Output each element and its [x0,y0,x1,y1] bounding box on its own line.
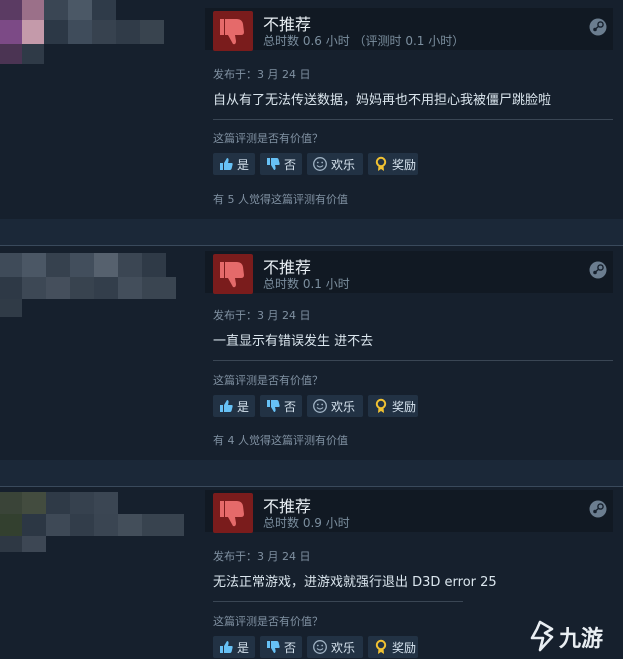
review-content: 自从有了无法传送数据，妈妈再也不用担心我被僵尸跳脸啦 [213,93,552,108]
vote-funny-button[interactable]: 欢乐 [307,636,363,658]
award-icon [373,398,389,414]
thumbs-up-icon [218,156,234,172]
steam-icon [589,18,607,36]
vote-header[interactable]: 不推荐 总时数 0.1 小时 [205,251,613,294]
playtime-hours: 总时数 0.1 小时 [263,277,350,291]
helpful-question: 这篇评测是否有价值？ [213,374,323,387]
smiley-icon [312,156,328,172]
author-avatar-blurred [0,245,205,460]
author-avatar-blurred [0,0,205,219]
vote-funny-label: 欢乐 [331,157,356,172]
smiley-icon [312,398,328,414]
vote-yes-button[interactable]: 是 [213,153,255,175]
steam-icon [589,261,607,279]
vote-no-button[interactable]: 否 [260,395,302,417]
divider [213,119,613,120]
helpful-question: 这篇评测是否有价值？ [213,132,323,145]
award-label: 奖励 [392,157,417,172]
smiley-icon [312,639,328,655]
vote-no-button[interactable]: 否 [260,636,302,658]
vote-header[interactable]: 不推荐 总时数 0.9 小时 [205,490,613,533]
thumbs-down-icon [213,11,253,51]
posted-date: 发布于：3 月 24 日 [213,68,311,81]
award-label: 奖励 [392,399,417,414]
helpful-count: 有 4 人觉得这篇评测有价值 [213,434,348,447]
review-card: 不推荐 总时数 0.6 小时 （评测时 0.1 小时） 发布于：3 月 24 日… [0,0,623,219]
thumbs-up-icon [218,398,234,414]
thumbs-down-icon [265,398,281,414]
review-content: 无法正常游戏，进游戏就强行退出 D3D error 25 [213,575,497,590]
vote-yes-button[interactable]: 是 [213,395,255,417]
thumbs-down-icon [265,639,281,655]
award-button[interactable]: 奖励 [368,153,418,175]
playtime-hours: 总时数 0.9 小时 [263,516,350,530]
divider [213,360,613,361]
vote-funny-label: 欢乐 [331,640,356,655]
vote-funny-label: 欢乐 [331,399,356,414]
award-button[interactable]: 奖励 [368,636,418,658]
vote-yes-button[interactable]: 是 [213,636,255,658]
helpful-count: 有 5 人觉得这篇评测有价值 [213,193,348,206]
vote-header[interactable]: 不推荐 总时数 0.6 小时 （评测时 0.1 小时） [205,8,613,51]
review-content: 一直显示有错误发生 进不去 [213,334,374,349]
posted-date: 发布于：3 月 24 日 [213,550,311,563]
author-avatar-blurred [0,486,205,659]
playtime-hours: 总时数 0.6 小时 （评测时 0.1 小时） [263,34,465,48]
thumbs-down-icon [213,493,253,533]
vote-funny-button[interactable]: 欢乐 [307,395,363,417]
thumbs-down-icon [265,156,281,172]
vote-yes-label: 是 [237,157,250,172]
posted-date: 发布于：3 月 24 日 [213,309,311,322]
watermark-icon [530,620,554,652]
vote-no-label: 否 [284,157,297,172]
steam-icon [589,500,607,518]
vote-yes-label: 是 [237,399,250,414]
review-card: 不推荐 总时数 0.1 小时 发布于：3 月 24 日 一直显示有错误发生 进不… [0,245,623,460]
thumbs-up-icon [218,639,234,655]
divider [213,601,463,602]
vote-yes-label: 是 [237,640,250,655]
vote-funny-button[interactable]: 欢乐 [307,153,363,175]
vote-no-label: 否 [284,399,297,414]
vote-no-button[interactable]: 否 [260,153,302,175]
watermark-logo: 九游 [523,619,617,653]
thumbs-down-icon [213,254,253,294]
award-icon [373,639,389,655]
award-button[interactable]: 奖励 [368,395,418,417]
watermark-text: 九游 [559,627,604,652]
helpful-question: 这篇评测是否有价值？ [213,615,323,628]
vote-no-label: 否 [284,640,297,655]
award-icon [373,156,389,172]
award-label: 奖励 [392,640,417,655]
